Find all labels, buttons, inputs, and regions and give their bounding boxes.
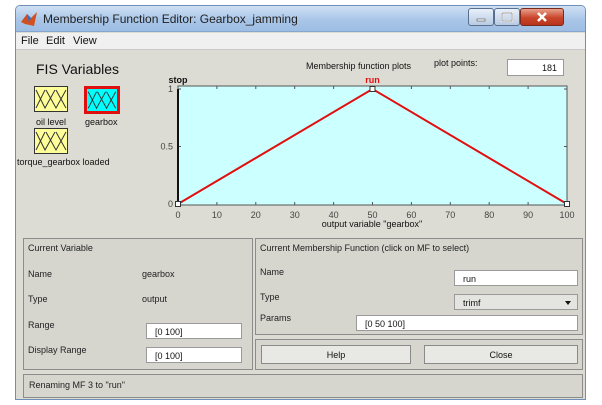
help-button[interactable]: Help xyxy=(261,345,411,364)
mf-label-stop[interactable]: stop xyxy=(169,75,189,85)
y-tick-label: 0 xyxy=(168,199,173,209)
current-mf-panel: Current Membership Function (click on MF… xyxy=(255,238,583,335)
mf-name-field[interactable]: run xyxy=(454,270,578,286)
x-tick-label: 30 xyxy=(290,210,300,220)
x-tick-label: 100 xyxy=(559,210,574,220)
display-range-label: Display Range xyxy=(28,345,87,355)
mf-vertex-handle[interactable] xyxy=(564,201,570,207)
variable-name-label: Name xyxy=(28,269,53,279)
current-variable-heading: Current Variable xyxy=(28,243,93,253)
current-mf-heading: Current Membership Function (click on MF… xyxy=(260,243,470,253)
range-label: Range xyxy=(28,320,55,330)
x-tick-label: 20 xyxy=(251,210,261,220)
mf-name-label: Name xyxy=(260,267,285,277)
mf-params-field[interactable]: [0 50 100] xyxy=(356,315,578,331)
variable-name-value: gearbox xyxy=(142,269,175,279)
x-tick-label: 10 xyxy=(212,210,222,220)
y-tick-label: 0.5 xyxy=(160,142,173,152)
mf-vertex-handle[interactable] xyxy=(175,201,181,207)
close-button[interactable]: Close xyxy=(424,345,578,364)
membership-function-plot[interactable]: 0 10 20 30 40 50 60 70 80 90 10000.51 stop run outp… xyxy=(16,6,586,231)
mf-label-run[interactable]: run xyxy=(365,75,380,85)
chevron-down-icon xyxy=(565,301,571,305)
status-panel: Renaming MF 3 to "run" xyxy=(23,374,583,398)
status-text: Renaming MF 3 to "run" xyxy=(29,380,125,390)
x-tick-label: 90 xyxy=(523,210,533,220)
membership-function-editor-window: Membership Function Editor: Gearbox_jamm… xyxy=(15,5,586,400)
variable-type-value: output xyxy=(142,294,168,304)
mf-vertex-handle[interactable] xyxy=(369,86,376,92)
x-tick-label: 0 xyxy=(175,210,180,220)
variable-type-label: Type xyxy=(28,294,48,304)
plot-area[interactable] xyxy=(177,85,568,206)
display-range-field[interactable]: [0 100] xyxy=(146,347,242,363)
y-tick-label: 1 xyxy=(168,84,173,94)
x-tick-label: 70 xyxy=(445,210,455,220)
mf-params-label: Params xyxy=(260,313,292,323)
button-panel: Help Close xyxy=(255,339,583,370)
mf-type-label: Type xyxy=(260,292,280,302)
range-field[interactable]: [0 100] xyxy=(146,323,242,339)
x-axis-label: output variable "gearbox" xyxy=(322,219,422,229)
x-tick-label: 80 xyxy=(484,210,494,220)
current-variable-panel: Current Variable Name gearbox Type outpu… xyxy=(23,238,253,370)
mf-type-select[interactable]: trimf xyxy=(454,294,578,310)
mf-type-value: trimf xyxy=(463,298,481,308)
